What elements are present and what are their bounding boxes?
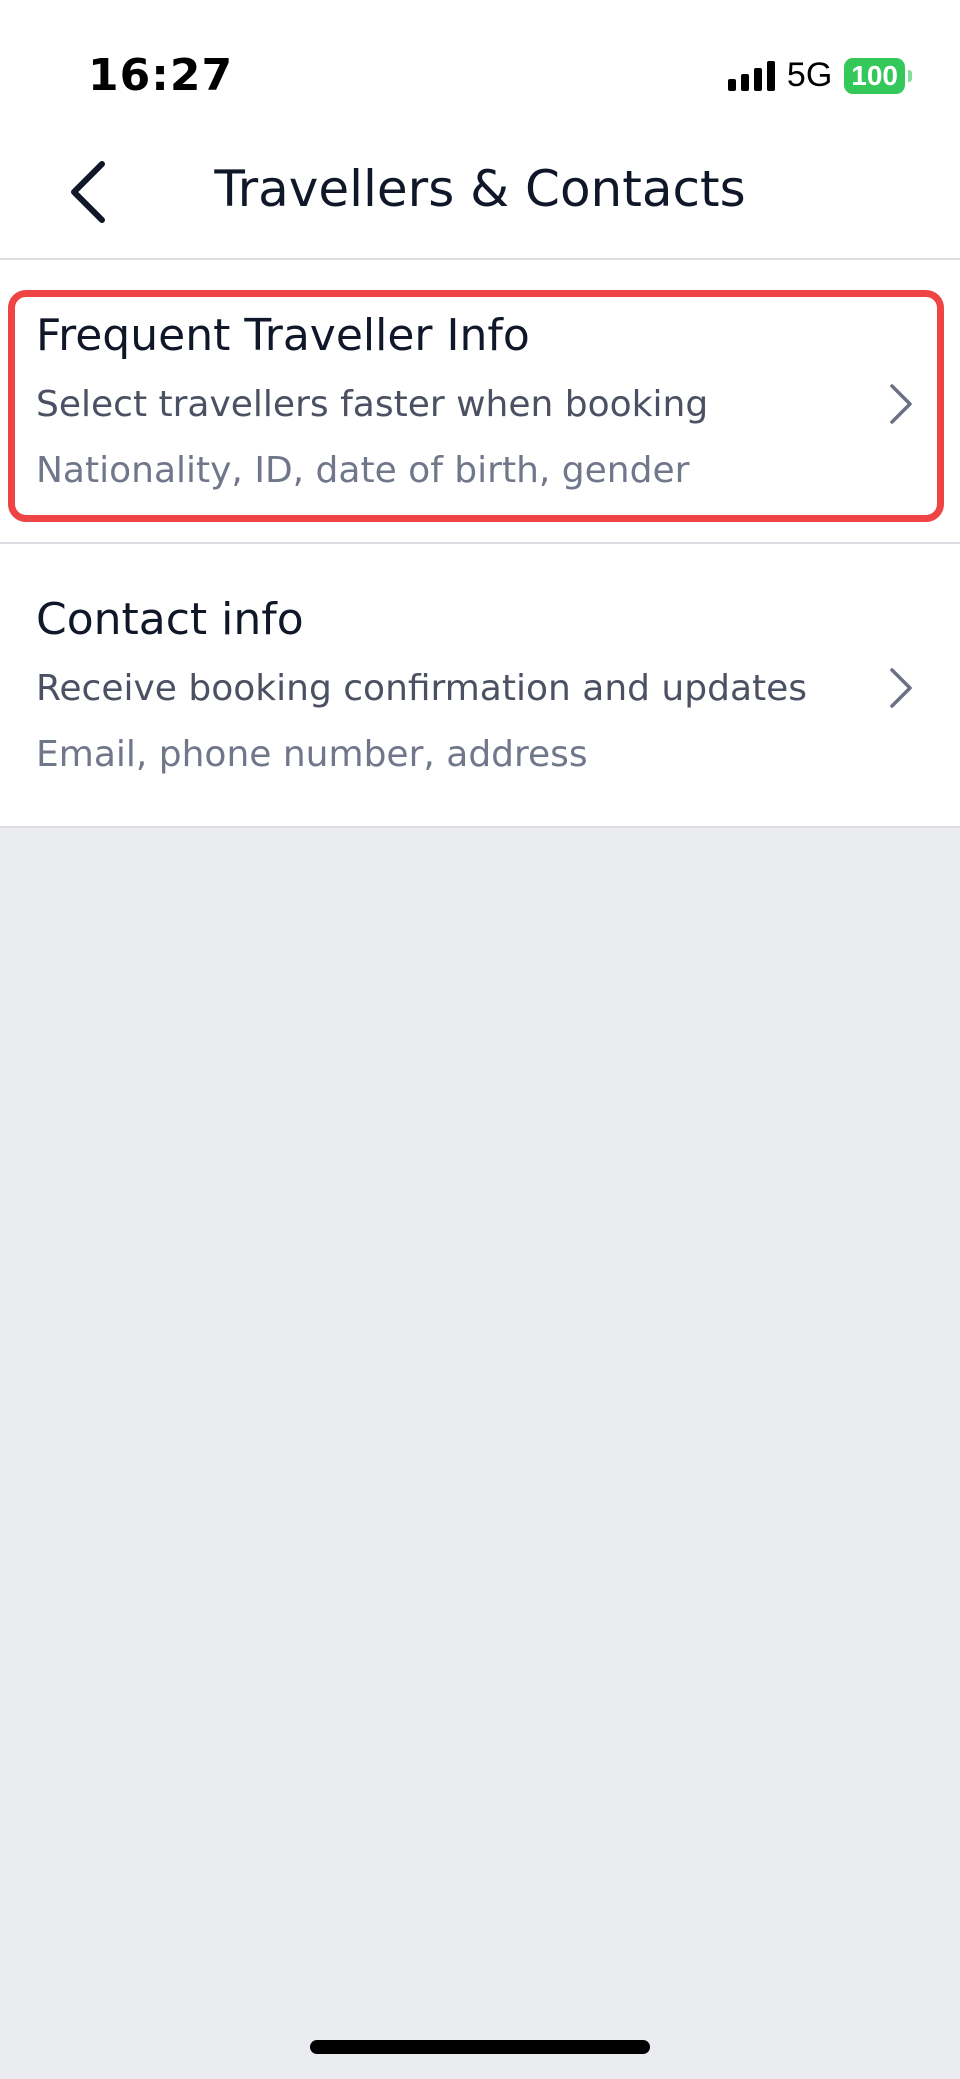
battery-level: 100 <box>844 57 905 94</box>
item-subtitle: Select travellers faster when booking <box>36 384 709 425</box>
network-label: 5G <box>786 56 833 94</box>
signal-icon <box>727 60 775 91</box>
status-time: 16:27 <box>88 50 234 101</box>
item-title: Contact info <box>36 594 304 645</box>
chevron-right-icon <box>890 384 912 424</box>
nav-bar: Travellers & Contacts <box>0 130 960 260</box>
item-detail: Email, phone number, address <box>36 734 588 775</box>
page-title: Travellers & Contacts <box>214 160 746 218</box>
home-indicator <box>310 2040 650 2054</box>
battery-icon: 100 <box>844 57 912 94</box>
item-title: Frequent Traveller Info <box>36 310 530 361</box>
frequent-traveller-info-item[interactable]: Frequent Traveller Info Select traveller… <box>0 260 960 542</box>
item-detail: Nationality, ID, date of birth, gender <box>36 450 690 491</box>
contact-info-item[interactable]: Contact info Receive booking confirmatio… <box>0 544 960 828</box>
item-subtitle: Receive booking confirmation and updates <box>36 668 808 709</box>
status-indicators: 5G 100 <box>727 56 912 95</box>
status-bar: 16:27 5G 100 <box>0 0 960 130</box>
chevron-right-icon <box>890 668 912 708</box>
